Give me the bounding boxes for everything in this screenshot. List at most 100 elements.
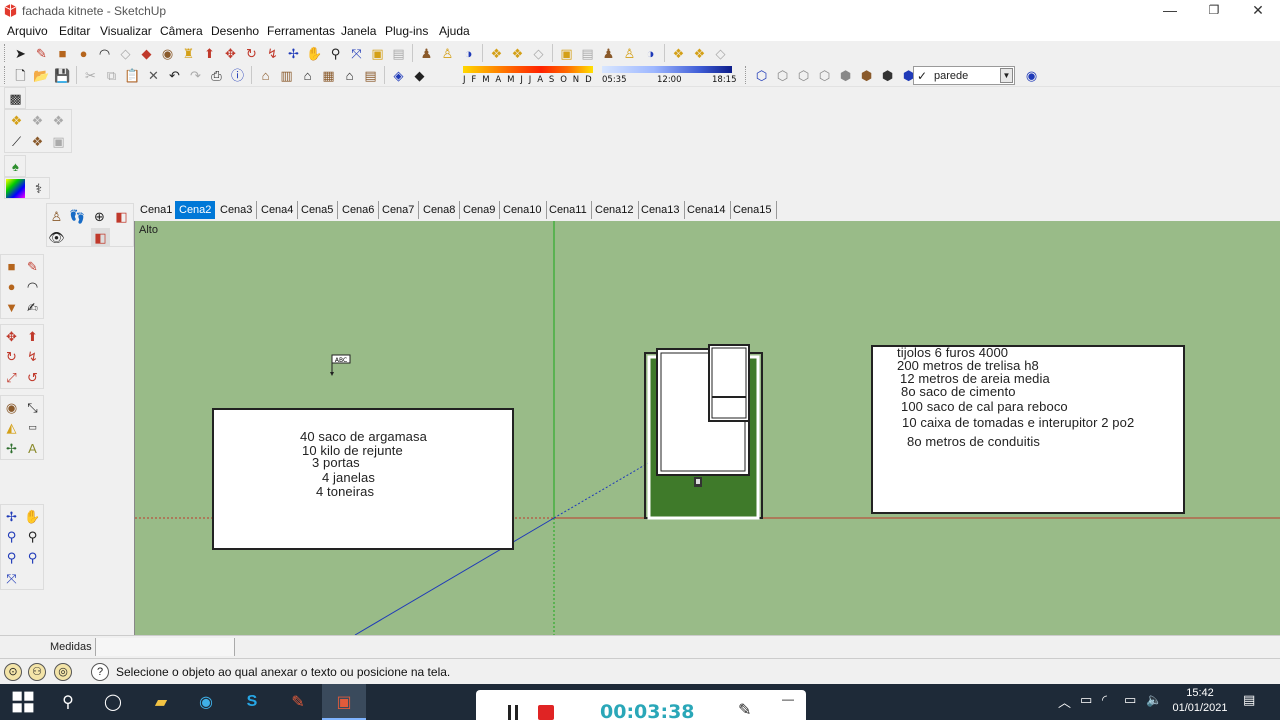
warehouse-icon[interactable]: ▩ (6, 89, 25, 108)
follow-me-icon[interactable]: ↯ (262, 43, 283, 64)
tray-display-icon[interactable]: ▭ (1080, 692, 1092, 708)
3d-warehouse-icon[interactable]: ▣ (367, 43, 388, 64)
sandbox-smoove-tool-icon[interactable]: ❖ (49, 111, 68, 130)
tab-cena13[interactable]: Cena13 (637, 201, 685, 219)
extension-icon[interactable]: ▤ (388, 43, 409, 64)
user-login-icon[interactable]: ◎ (54, 663, 72, 681)
monochrome-style-icon[interactable]: ⬢ (877, 65, 898, 86)
measurements-input[interactable] (95, 638, 235, 656)
tray-chevron-up-icon[interactable]: ︿ (1058, 692, 1071, 711)
redo-icon[interactable]: ↷ (185, 65, 206, 86)
model-info-icon[interactable]: ⓘ (227, 65, 248, 86)
shaded-style-icon[interactable]: ⬢ (835, 65, 856, 86)
push-pull-tool-icon[interactable]: ⬆ (23, 327, 42, 346)
layer-dropdown[interactable]: ✓ parede ▼ (913, 66, 1015, 85)
sandbox-3-icon[interactable]: ❖ (689, 43, 710, 64)
materials-icon[interactable]: ▤ (577, 43, 598, 64)
scale-tool-icon[interactable]: ⤢ (2, 368, 21, 387)
protractor-tool-icon[interactable]: ◭ (2, 418, 21, 437)
battery-icon[interactable]: ▭ (1124, 692, 1136, 708)
eraser-icon[interactable]: ◆ (136, 43, 157, 64)
wireframe-style-icon[interactable]: ⬡ (793, 65, 814, 86)
orbit-icon[interactable]: ✢ (283, 43, 304, 64)
freehand-tool-icon[interactable]: ✍ (23, 298, 42, 317)
front-view-icon[interactable]: ⌂ (297, 65, 318, 86)
shadow-settings-icon[interactable]: ◈ (388, 65, 409, 86)
menu-desenho[interactable]: Desenho (211, 24, 259, 38)
sandbox-scratch-icon[interactable]: ❖ (507, 43, 528, 64)
file-explorer-icon[interactable]: ▰ (148, 689, 174, 715)
sandbox-scratch-tool-icon[interactable]: ❖ (28, 111, 47, 130)
windows-start-icon[interactable] (10, 689, 36, 715)
zoom-extents-icon[interactable]: ⤧ (346, 43, 367, 64)
back-view-icon[interactable]: ⌂ (339, 65, 360, 86)
undo-icon[interactable]: ↶ (164, 65, 185, 86)
pan-tool-icon[interactable]: ✋ (23, 507, 42, 526)
edge-browser-icon[interactable]: ◉ (193, 689, 219, 715)
eyedropper-icon[interactable]: ⚕ (29, 179, 48, 198)
position-camera-2-icon[interactable]: ♙ (619, 43, 640, 64)
make-component-icon[interactable]: ◇ (115, 43, 136, 64)
notifications-icon[interactable]: ▤ (1243, 692, 1255, 708)
save-file-icon[interactable]: 💾 (52, 65, 73, 86)
orbit-tool-icon[interactable]: ✢ (2, 507, 21, 526)
zoom-tool-icon[interactable]: ⚲ (2, 527, 21, 546)
xray-style-icon[interactable]: ⬡ (751, 65, 772, 86)
tab-cena1[interactable]: Cena1 (136, 201, 178, 219)
tab-cena8[interactable]: Cena8 (419, 201, 461, 219)
delete-icon[interactable]: ✕ (143, 65, 164, 86)
tab-cena12[interactable]: Cena12 (591, 201, 639, 219)
sandbox-icon[interactable]: ❖ (486, 43, 507, 64)
credits-icon[interactable]: ⚇ (28, 663, 46, 681)
look-around-icon[interactable]: ◑ (458, 43, 479, 64)
tab-cena4[interactable]: Cena4 (257, 201, 299, 219)
3d-text-tool-icon[interactable]: A (23, 439, 42, 458)
pan-icon[interactable]: ✋ (304, 43, 325, 64)
minimize-button[interactable]: — (1148, 0, 1192, 22)
tape-measure-tool-icon[interactable]: ◉ (2, 398, 21, 417)
print-icon[interactable]: ⎙ (206, 65, 227, 86)
right-view-icon[interactable]: ▦ (318, 65, 339, 86)
wifi-icon[interactable]: ◜ (1102, 692, 1107, 708)
line-pencil-icon[interactable]: ✎ (31, 43, 52, 64)
tab-cena10[interactable]: Cena10 (499, 201, 547, 219)
close-button[interactable]: ✕ (1236, 0, 1280, 22)
maximize-button[interactable]: ❐ (1192, 0, 1236, 22)
stop-recording-button[interactable] (538, 705, 554, 720)
shaded-textures-style-icon[interactable]: ⬢ (856, 65, 877, 86)
arc-tool-icon[interactable]: ◠ (23, 277, 42, 296)
open-file-icon[interactable]: 📂 (31, 65, 52, 86)
follow-me-tool-icon[interactable]: ↯ (23, 347, 42, 366)
menu-editar[interactable]: Editar (59, 24, 90, 38)
tab-cena3[interactable]: Cena3 (216, 201, 258, 219)
tab-cena5[interactable]: Cena5 (297, 201, 339, 219)
back-edges-style-icon[interactable]: ⬡ (772, 65, 793, 86)
shadow-month-slider[interactable]: J F M A M J J A S O N D (463, 66, 598, 86)
tab-cena14[interactable]: Cena14 (683, 201, 731, 219)
zoom-icon[interactable]: ⚲ (325, 43, 346, 64)
screen-recorder-taskbar-icon[interactable]: ▣ (331, 689, 357, 715)
tab-cena9[interactable]: Cena9 (459, 201, 501, 219)
sandbox-add-detail-icon[interactable]: ▣ (49, 132, 68, 151)
shadow-time-slider[interactable]: 05:35 12:00 18:15 (602, 66, 737, 86)
sandbox-stamp-icon[interactable]: ⟋ (7, 132, 26, 151)
menu-ferramentas[interactable]: Ferramentas (267, 24, 335, 38)
next-view-icon[interactable]: ⚲ (23, 548, 42, 567)
search-icon[interactable]: ⚲ (55, 689, 81, 715)
menu-ajuda[interactable]: Ajuda (439, 24, 470, 38)
tab-cena6[interactable]: Cena6 (338, 201, 380, 219)
menu-visualizar[interactable]: Visualizar (100, 24, 152, 38)
walk-icon[interactable]: ♟ (416, 43, 437, 64)
walk-tool-icon[interactable]: 👣 (68, 207, 87, 226)
tab-cena11[interactable]: Cena11 (545, 201, 592, 219)
menu-plugins[interactable]: Plug-ins (385, 24, 428, 38)
task-view-icon[interactable]: ◯ (100, 689, 126, 715)
rotate-tool-icon[interactable]: ↻ (2, 347, 21, 366)
axes-tool-icon[interactable]: ✢ (2, 439, 21, 458)
hidden-line-style-icon[interactable]: ⬡ (814, 65, 835, 86)
walk-2-icon[interactable]: ♟ (598, 43, 619, 64)
menu-arquivo[interactable]: Arquivo (7, 24, 48, 38)
zoom-window-tool-icon[interactable]: ⚲ (23, 527, 42, 546)
toolbar-grip[interactable] (4, 66, 7, 84)
previous-view-icon[interactable]: ⚲ (2, 548, 21, 567)
